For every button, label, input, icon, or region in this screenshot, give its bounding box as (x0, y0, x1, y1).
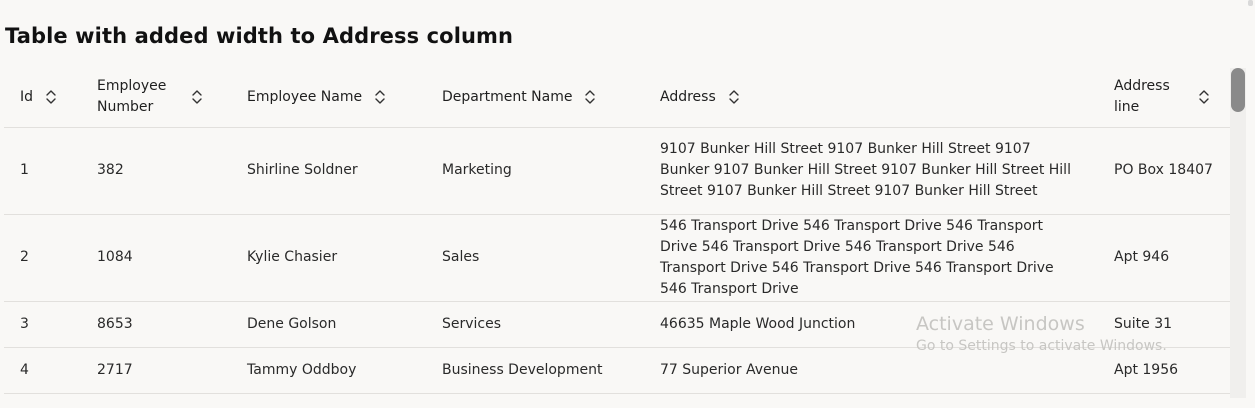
cell-id: 2 (4, 214, 81, 302)
cell-address-line: PO Box 18407 (1098, 127, 1230, 215)
column-header-id[interactable]: Id (4, 68, 81, 128)
column-header-label: Employee Name (247, 88, 363, 105)
column-header-label: Department Name (442, 88, 573, 105)
cell-employee-name: Tammy Oddboy (231, 347, 426, 394)
column-header-department-name[interactable]: Department Name (426, 68, 644, 128)
cell-department-name: Services (426, 301, 644, 348)
table-row[interactable]: 3 8653 Dene Golson Services 46635 Maple Wood… (4, 301, 1230, 348)
cell-id: 1 (4, 127, 81, 215)
column-header-employee-name[interactable]: Employee Name (231, 68, 426, 128)
table-row[interactable]: 2 1084 Kylie Chasier Sales 546 Transport Dri… (4, 214, 1230, 302)
sort-chevron-up-down-icon[interactable] (1198, 89, 1210, 105)
cell-employee-number: 8653 (81, 301, 231, 348)
cell-employee-number: 382 (81, 127, 231, 215)
table-header-row: Id Employee Number Employee Name Department… (4, 68, 1230, 128)
cell-id: 4 (4, 347, 81, 394)
table-vertical-scrollbar[interactable] (1230, 68, 1246, 398)
page-scrollbar-stub[interactable] (1245, 0, 1255, 8)
cell-address-line: Apt 946 (1098, 214, 1230, 302)
cell-address: 546 Transport Drive 546 Transport Drive … (644, 214, 1098, 302)
cell-department-name: Marketing (426, 127, 644, 215)
column-header-label: Address line (1114, 78, 1170, 116)
page-title: Table with added width to Address column (5, 24, 514, 48)
cell-address: 77 Superior Avenue (644, 347, 1098, 394)
cell-department-name: Sales (426, 214, 644, 302)
employee-table: Id Employee Number Employee Name Department… (4, 68, 1230, 394)
sort-chevron-up-down-icon[interactable] (191, 89, 203, 105)
column-header-address-line[interactable]: Address line (1098, 68, 1230, 128)
cell-department-name: Business Development (426, 347, 644, 394)
sort-chevron-up-down-icon[interactable] (728, 89, 740, 105)
cell-employee-name: Shirline Soldner (231, 127, 426, 215)
cell-employee-name: Kylie Chasier (231, 214, 426, 302)
column-header-label: Employee Number (97, 78, 167, 116)
cell-employee-name: Dene Golson (231, 301, 426, 348)
cell-address-line: Suite 31 (1098, 301, 1230, 348)
cell-id: 3 (4, 301, 81, 348)
sort-chevron-up-down-icon[interactable] (374, 89, 386, 105)
cell-employee-number: 1084 (81, 214, 231, 302)
table-body: 1 382 Shirline Soldner Marketing 9107 Bunker… (4, 127, 1230, 394)
table-row[interactable]: 1 382 Shirline Soldner Marketing 9107 Bunker… (4, 127, 1230, 215)
employee-table-container: Id Employee Number Employee Name Department… (4, 68, 1230, 408)
cell-employee-number: 2717 (81, 347, 231, 394)
sort-chevron-up-down-icon[interactable] (584, 89, 596, 105)
column-header-employee-number[interactable]: Employee Number (81, 68, 231, 128)
column-header-label: Id (20, 88, 34, 105)
scrollbar-thumb[interactable] (1231, 68, 1245, 112)
cell-address-line: Apt 1956 (1098, 347, 1230, 394)
table-row[interactable]: 4 2717 Tammy Oddboy Business Development 77 … (4, 347, 1230, 394)
column-header-address[interactable]: Address (644, 68, 1098, 128)
cell-address: 9107 Bunker Hill Street 9107 Bunker Hill… (644, 127, 1098, 215)
column-header-label: Address (660, 88, 716, 105)
sort-chevron-up-down-icon[interactable] (45, 89, 57, 105)
cell-address: 46635 Maple Wood Junction (644, 301, 1098, 348)
